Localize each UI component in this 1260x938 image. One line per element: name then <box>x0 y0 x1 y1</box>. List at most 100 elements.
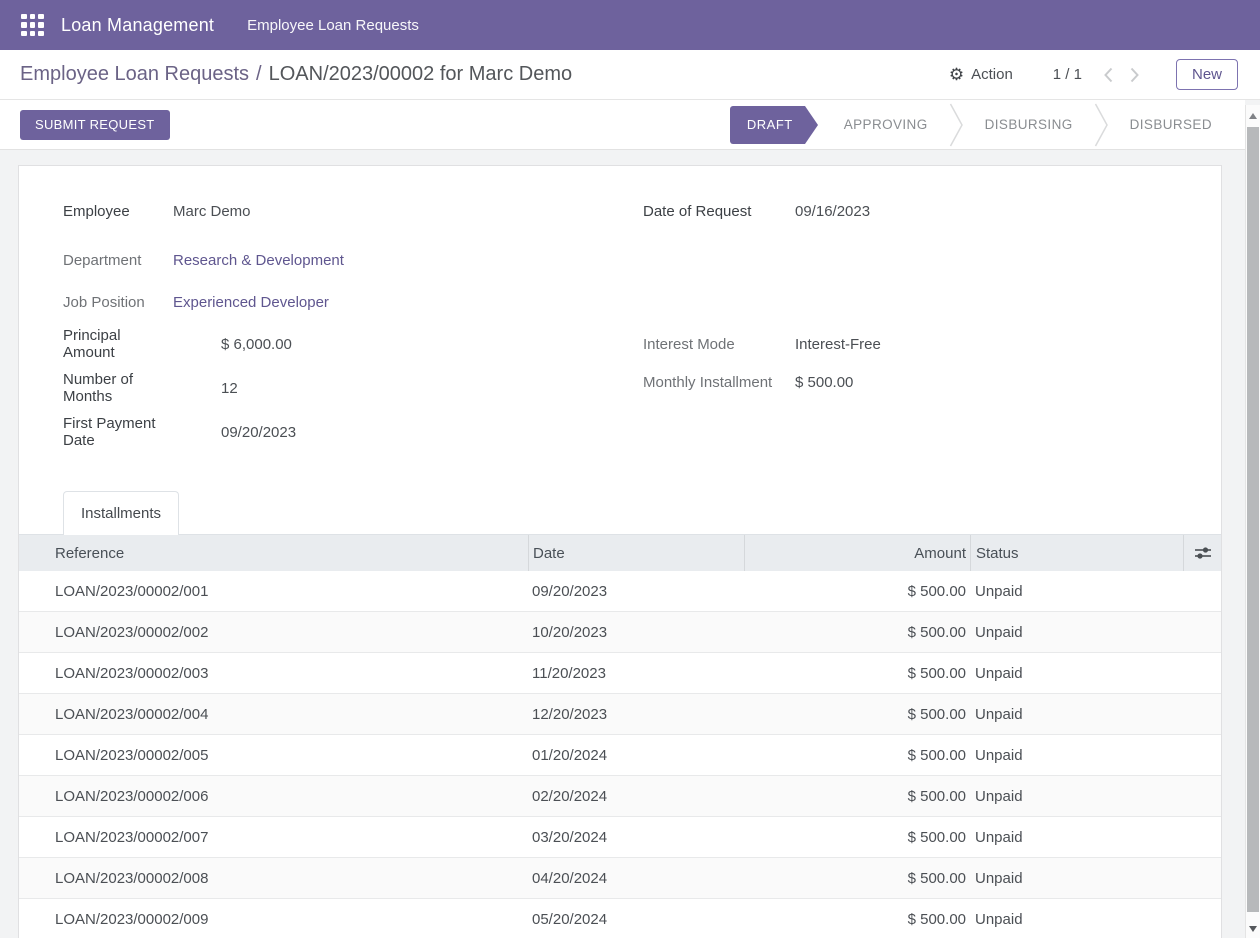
field-value-number-of-months[interactable]: 12 <box>221 380 238 397</box>
pager-prev-button[interactable] <box>1096 63 1122 87</box>
cell-reference: LOAN/2023/00002/001 <box>19 571 528 611</box>
cell-reference: LOAN/2023/00002/008 <box>19 858 528 898</box>
stage-draft[interactable]: DRAFT <box>730 106 805 144</box>
control-panel: Employee Loan Requests/LOAN/2023/00002 f… <box>0 50 1260 100</box>
table-row[interactable]: LOAN/2023/00002/00602/20/2024$ 500.00Unp… <box>19 776 1221 817</box>
field-value-job-position[interactable]: Experienced Developer <box>173 294 329 311</box>
scrollbar-up-arrow[interactable] <box>1249 113 1257 119</box>
column-header-amount[interactable]: Amount <box>744 535 970 571</box>
stage-disbursed[interactable]: DISBURSED <box>1109 117 1233 132</box>
field-row-job-position: Job PositionExperienced Developer <box>63 288 643 316</box>
cell-amount: $ 500.00 <box>744 653 970 693</box>
chevron-left-icon <box>1104 67 1113 83</box>
table-row[interactable]: LOAN/2023/00002/00905/20/2024$ 500.00Unp… <box>19 899 1221 938</box>
cell-status: Unpaid <box>970 653 1183 693</box>
cell-date: 04/20/2024 <box>528 858 744 898</box>
cell-amount: $ 500.00 <box>744 817 970 857</box>
cell-reference: LOAN/2023/00002/004 <box>19 694 528 734</box>
table-row[interactable]: LOAN/2023/00002/00703/20/2024$ 500.00Unp… <box>19 817 1221 858</box>
cell-reference: LOAN/2023/00002/006 <box>19 776 528 816</box>
cell-status: Unpaid <box>970 899 1183 938</box>
cell-status: Unpaid <box>970 858 1183 898</box>
cell-reference: LOAN/2023/00002/005 <box>19 735 528 775</box>
table-row[interactable]: LOAN/2023/00002/00210/20/2023$ 500.00Unp… <box>19 612 1221 653</box>
table-row[interactable]: LOAN/2023/00002/00412/20/2023$ 500.00Unp… <box>19 694 1221 735</box>
stage-approving[interactable]: APPROVING <box>823 117 949 132</box>
cell-status: Unpaid <box>970 735 1183 775</box>
cell-amount: $ 500.00 <box>744 899 970 938</box>
new-button[interactable]: New <box>1176 59 1238 90</box>
cell-options <box>1183 858 1221 898</box>
vertical-scrollbar[interactable] <box>1245 105 1260 938</box>
cell-reference: LOAN/2023/00002/009 <box>19 899 528 938</box>
installments-table: ReferenceDateAmountStatus LOAN/2023/0000… <box>19 535 1221 938</box>
cell-date: 03/20/2024 <box>528 817 744 857</box>
menu-item-employee-loan-requests[interactable]: Employee Loan Requests <box>247 17 419 34</box>
cell-date: 10/20/2023 <box>528 612 744 652</box>
table-row[interactable]: LOAN/2023/00002/00501/20/2024$ 500.00Unp… <box>19 735 1221 776</box>
form-sheet: EmployeeMarc Demo DepartmentResearch & De… <box>18 165 1222 938</box>
submit-request-button[interactable]: SUBMIT REQUEST <box>20 110 170 140</box>
table-row[interactable]: LOAN/2023/00002/00804/20/2024$ 500.00Unp… <box>19 858 1221 899</box>
cell-options <box>1183 571 1221 611</box>
table-row[interactable]: LOAN/2023/00002/00109/20/2023$ 500.00Unp… <box>19 571 1221 612</box>
cell-options <box>1183 899 1221 938</box>
field-value-first-payment-date[interactable]: 09/20/2023 <box>221 424 296 441</box>
field-value-department[interactable]: Research & Development <box>173 252 344 269</box>
pager-count: 1 / 1 <box>1053 66 1082 83</box>
cell-reference: LOAN/2023/00002/003 <box>19 653 528 693</box>
field-label-department: Department <box>63 252 173 269</box>
cell-date: 01/20/2024 <box>528 735 744 775</box>
navbar: Loan Management Employee Loan Requests <box>0 0 1260 50</box>
scrollbar-thumb[interactable] <box>1247 127 1259 912</box>
scrollbar-down-arrow[interactable] <box>1249 926 1257 932</box>
column-header-date[interactable]: Date <box>528 535 744 571</box>
pager-next-button[interactable] <box>1122 63 1148 87</box>
apps-grid-icon[interactable] <box>21 14 44 37</box>
cell-status: Unpaid <box>970 612 1183 652</box>
field-label-interest-mode: Interest Mode <box>643 336 795 353</box>
cell-options <box>1183 817 1221 857</box>
cell-options <box>1183 776 1221 816</box>
table-row[interactable]: LOAN/2023/00002/00311/20/2023$ 500.00Unp… <box>19 653 1221 694</box>
field-label-employee: Employee <box>63 203 173 220</box>
field-row-interest-mode: Interest ModeInterest-Free <box>643 330 1177 358</box>
cell-options <box>1183 653 1221 693</box>
field-label-monthly-installment: Monthly Installment <box>643 374 795 391</box>
cell-status: Unpaid <box>970 776 1183 816</box>
field-row-employee: EmployeeMarc Demo <box>63 197 643 225</box>
column-header-status[interactable]: Status <box>970 535 1183 571</box>
field-value-principal-amount[interactable]: $ 6,000.00 <box>221 336 292 353</box>
field-label-number-of-months: Number of Months <box>63 371 173 405</box>
cell-options <box>1183 612 1221 652</box>
breadcrumb-parent-link[interactable]: Employee Loan Requests <box>20 63 249 85</box>
stage-separator-icon <box>949 103 964 147</box>
field-row-monthly-installment: Monthly Installment$ 500.00 <box>643 368 1177 396</box>
content-area: EmployeeMarc Demo DepartmentResearch & De… <box>0 150 1260 938</box>
cell-status: Unpaid <box>970 571 1183 611</box>
field-label-job-position: Job Position <box>63 294 173 311</box>
action-button[interactable]: ⚙ Action <box>949 66 1013 83</box>
field-row-first-payment-date: First Payment Date 09/20/2023 <box>63 418 643 446</box>
field-value-date-of-request[interactable]: 09/16/2023 <box>795 203 870 220</box>
column-header-reference[interactable]: Reference <box>19 535 528 571</box>
table-header-row: ReferenceDateAmountStatus <box>19 535 1221 571</box>
field-value-employee[interactable]: Marc Demo <box>173 203 251 220</box>
cell-amount: $ 500.00 <box>744 694 970 734</box>
app-name[interactable]: Loan Management <box>61 15 214 36</box>
cell-reference: LOAN/2023/00002/007 <box>19 817 528 857</box>
status-pipeline: DRAFT APPROVING DISBURSING DISBURSED <box>730 100 1233 149</box>
field-value-interest-mode[interactable]: Interest-Free <box>795 336 881 353</box>
cell-status: Unpaid <box>970 817 1183 857</box>
gear-icon: ⚙ <box>949 66 964 83</box>
table-options-button[interactable] <box>1183 535 1221 571</box>
stage-disbursing[interactable]: DISBURSING <box>964 117 1094 132</box>
field-label-principal-amount: Principal Amount <box>63 327 173 361</box>
field-value-monthly-installment[interactable]: $ 500.00 <box>795 374 853 391</box>
tab-installments[interactable]: Installments <box>63 491 179 535</box>
field-label-first-payment-date: First Payment Date <box>63 415 173 449</box>
breadcrumb-current: LOAN/2023/00002 for Marc Demo <box>269 63 573 85</box>
stage-separator-icon <box>1094 103 1109 147</box>
cell-amount: $ 500.00 <box>744 612 970 652</box>
cell-options <box>1183 735 1221 775</box>
